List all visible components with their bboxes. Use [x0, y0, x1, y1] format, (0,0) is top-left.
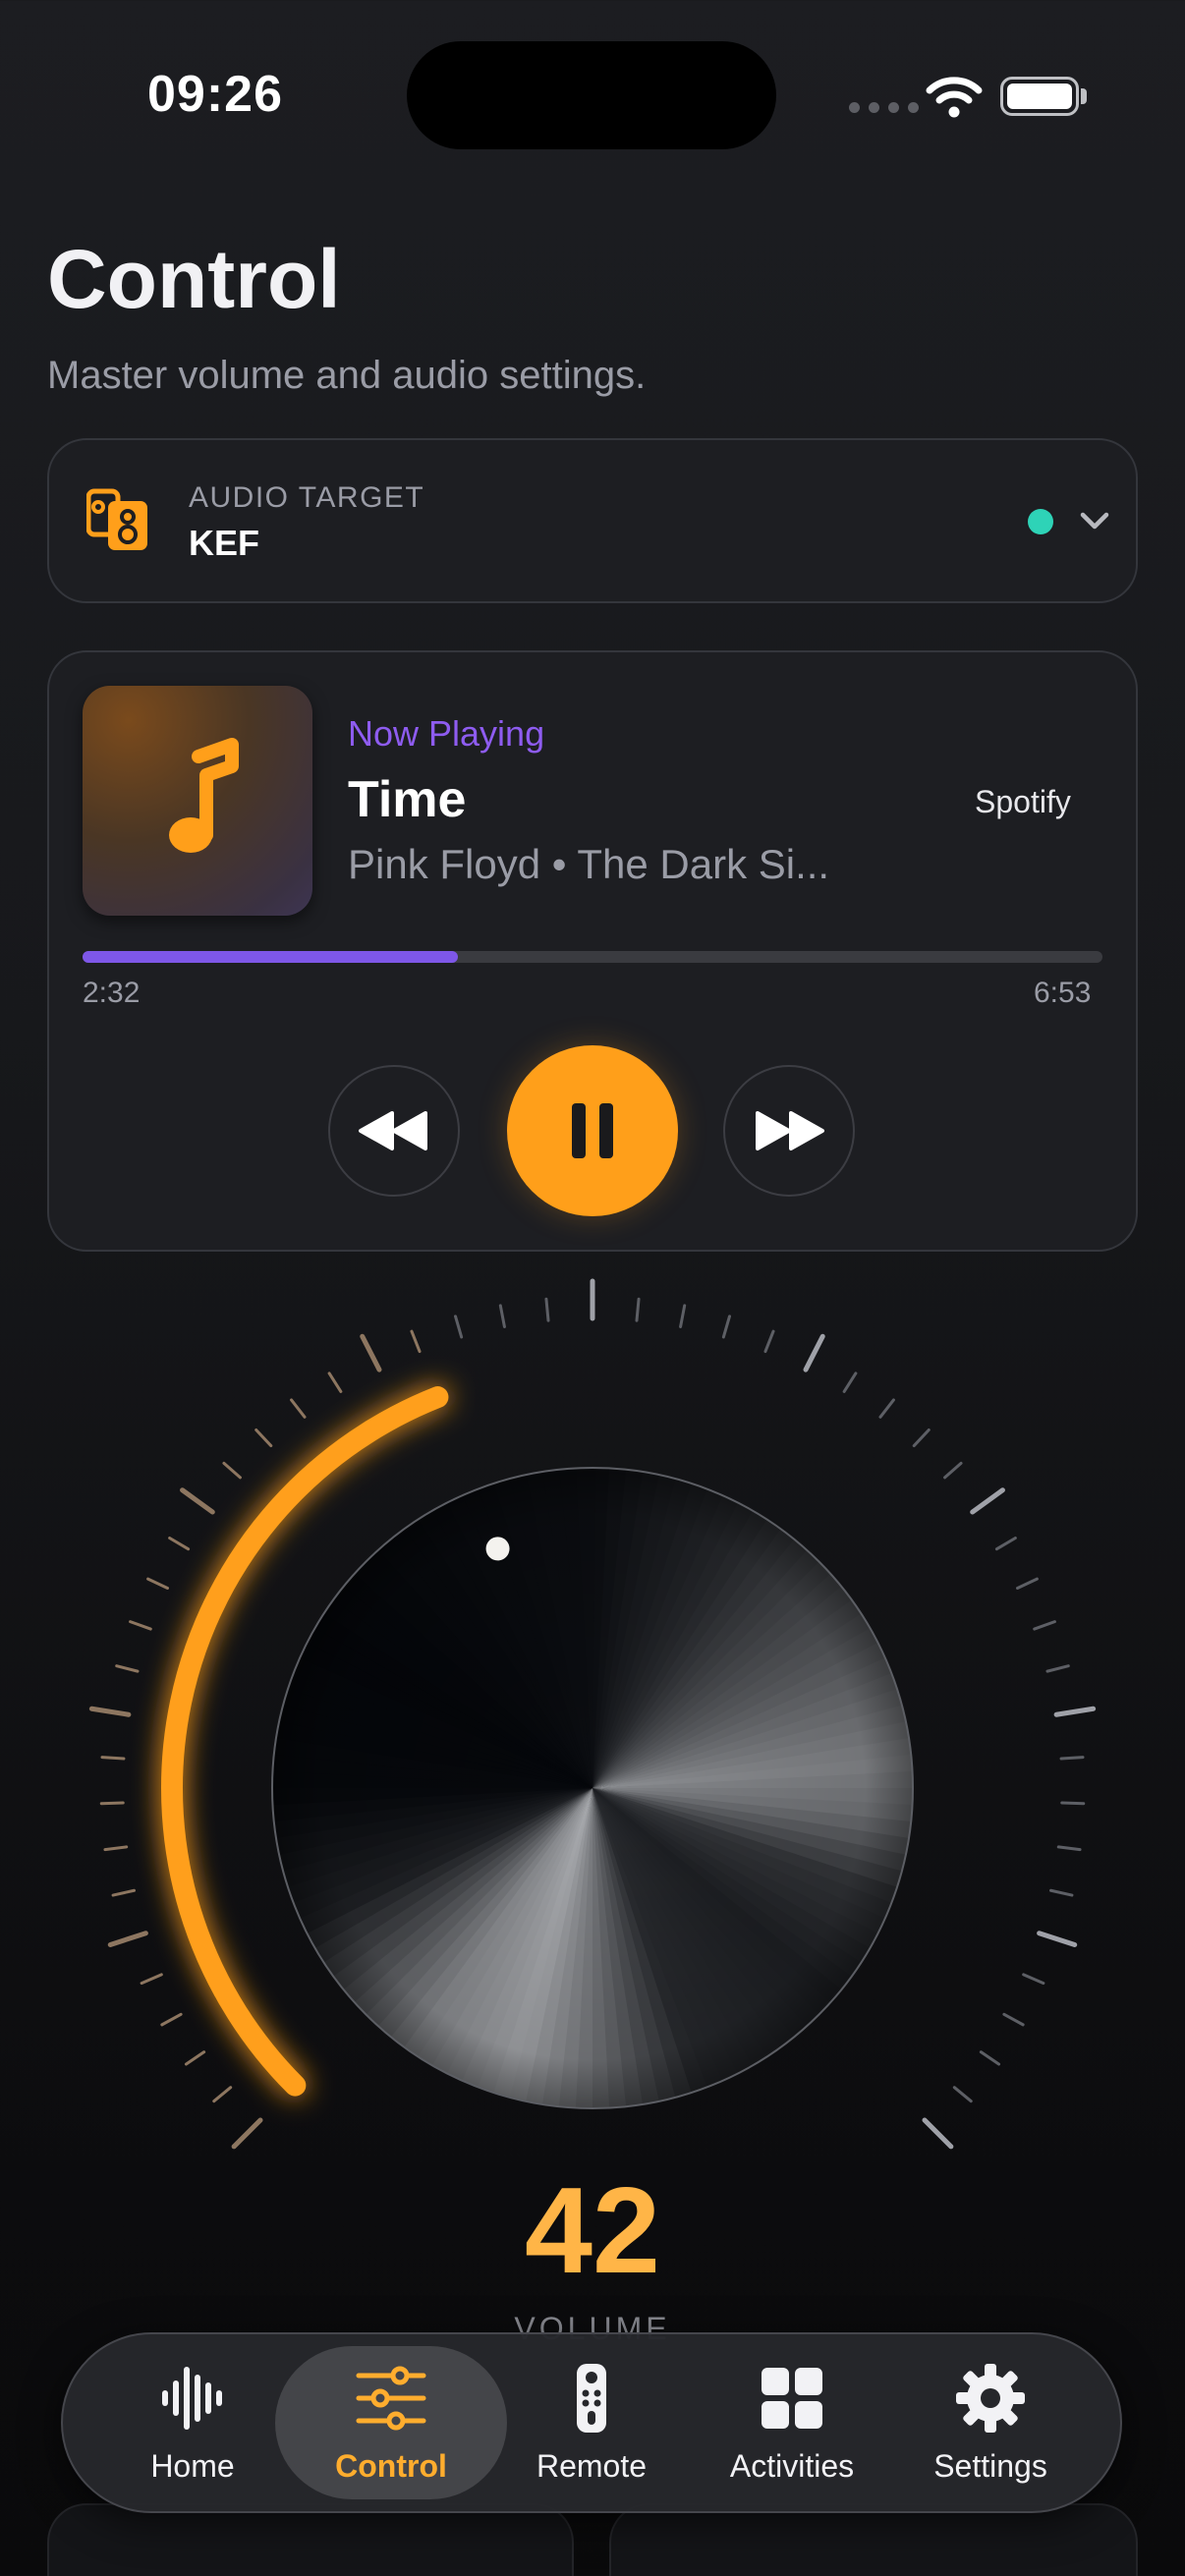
rewind-icon [359, 1111, 427, 1150]
volume-tick [231, 2117, 263, 2150]
volume-tick [803, 1333, 825, 1372]
tab-remote[interactable]: Remote [493, 2348, 690, 2495]
volume-tick [140, 1973, 163, 1986]
tab-activities[interactable]: Activities [694, 2348, 890, 2495]
volume-tick [1060, 1801, 1086, 1806]
previous-track-button[interactable] [328, 1065, 460, 1197]
volume-value: 42 [525, 2163, 660, 2299]
speaker-icon [86, 488, 147, 550]
wifi-icon [926, 77, 983, 118]
track-artist-album: Pink Floyd • The Dark Si... [348, 841, 830, 887]
volume-tick [763, 1329, 775, 1354]
volume-tick [544, 1297, 550, 1322]
volume-tick [952, 2086, 973, 2103]
volume-tick [1002, 2012, 1025, 2027]
volume-tick [410, 1329, 422, 1354]
volume-tick [842, 1372, 858, 1393]
volume-tick [943, 1461, 963, 1480]
volume-tick [1033, 1620, 1056, 1631]
cellular-signal-icon [849, 102, 919, 113]
battery-icon [1000, 77, 1079, 116]
volume-tick [160, 2012, 183, 2027]
pause-icon [572, 1103, 613, 1158]
playback-source: Spotify [975, 784, 1071, 819]
volume-tick [100, 1756, 126, 1761]
dynamic-island [407, 41, 776, 149]
tab-home[interactable]: Home [94, 2348, 291, 2495]
volume-tick [498, 1304, 506, 1328]
lower-card-left [47, 2503, 574, 2576]
volume-tick [1037, 1931, 1078, 1947]
audio-target-value: KEF [189, 523, 259, 563]
volume-tick [184, 2050, 206, 2066]
volume-tick [99, 1801, 125, 1806]
connection-status-dot [1028, 509, 1053, 534]
tab-home-label: Home [150, 2448, 235, 2484]
music-note-icon [169, 738, 239, 853]
volume-tick [180, 1487, 215, 1515]
volume-knob[interactable] [0, 1277, 1185, 2211]
volume-tick [1048, 1888, 1074, 1897]
volume-tick [290, 1398, 307, 1419]
volume-tick [979, 2050, 1001, 2066]
knob-indicator-dot [485, 1537, 510, 1561]
volume-tick [222, 1461, 242, 1480]
volume-tick [212, 2086, 233, 2103]
volume-tick [103, 1845, 129, 1852]
tab-remote-label: Remote [536, 2448, 648, 2484]
volume-tick [878, 1398, 895, 1419]
volume-tick [912, 1428, 931, 1448]
volume-tick [635, 1297, 641, 1322]
volume-tick [1045, 1664, 1070, 1673]
tab-settings-label: Settings [933, 2448, 1047, 2484]
volume-tick [1022, 1973, 1045, 1986]
volume-tick [1059, 1756, 1085, 1761]
fast-forward-icon [756, 1111, 824, 1150]
elapsed-time: 2:32 [83, 977, 141, 1009]
track-duration: 6:53 [1034, 977, 1092, 1009]
chevron-down-icon[interactable] [1077, 505, 1112, 536]
tab-control-label: Control [335, 2448, 447, 2484]
volume-tick [360, 1333, 382, 1372]
volume-tick [129, 1620, 152, 1631]
volume-tick [1056, 1845, 1082, 1852]
volume-tick [115, 1664, 140, 1673]
volume-tick [327, 1372, 343, 1393]
audio-target-selector[interactable] [47, 438, 1138, 603]
volume-tick [254, 1428, 273, 1448]
status-time: 09:26 [147, 66, 283, 123]
waveform-icon [162, 2367, 222, 2430]
volume-tick [454, 1315, 464, 1339]
grid-icon [762, 2368, 822, 2429]
lower-card-right [609, 2503, 1138, 2576]
tab-settings[interactable]: Settings [892, 2348, 1089, 2495]
volume-tick [721, 1315, 731, 1339]
volume-tick [994, 1536, 1017, 1551]
tab-control[interactable]: Control [293, 2348, 489, 2495]
volume-tick [107, 1931, 148, 1947]
sliders-icon [356, 2366, 426, 2431]
next-track-button[interactable] [723, 1065, 855, 1197]
volume-tick [88, 1706, 132, 1717]
volume-tick [970, 1487, 1005, 1515]
volume-tick [111, 1888, 137, 1897]
volume-tick [1016, 1577, 1039, 1590]
audio-target-label: AUDIO TARGET [189, 481, 425, 514]
volume-tick [1053, 1706, 1097, 1717]
pause-button[interactable] [507, 1045, 678, 1216]
page-subtitle: Master volume and audio settings. [47, 354, 647, 397]
now-playing-label: Now Playing [348, 713, 545, 754]
gear-icon [956, 2364, 1025, 2433]
volume-tick [146, 1577, 169, 1590]
battery-nub [1081, 88, 1087, 104]
track-title: Time [348, 771, 467, 828]
remote-icon [577, 2364, 606, 2433]
page-title: Control [47, 233, 341, 325]
playback-progress-fill [83, 951, 458, 963]
tab-activities-label: Activities [729, 2448, 855, 2484]
volume-tick [679, 1304, 687, 1328]
volume-tick [922, 2117, 954, 2150]
volume-tick [168, 1536, 191, 1551]
